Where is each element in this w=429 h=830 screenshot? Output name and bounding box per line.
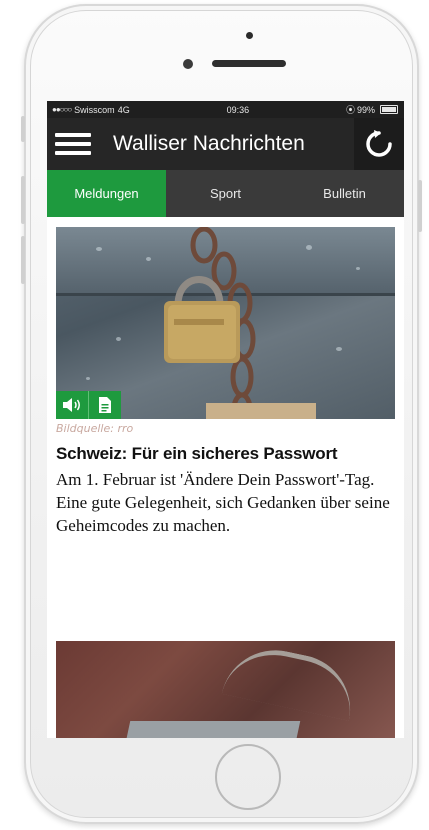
- mute-switch: [21, 116, 25, 142]
- next-article-image[interactable]: [56, 641, 395, 738]
- app-screen: ●●○○○ Swisscom 4G 09:36 ⦿ 99% Walliser N…: [47, 101, 404, 738]
- article-teaser: Am 1. Februar ist 'Ändere Dein Passwort'…: [56, 470, 390, 535]
- proximity-sensor: [246, 32, 253, 39]
- volume-up-button: [21, 176, 25, 224]
- tab-bulletin[interactable]: Bulletin: [285, 170, 404, 217]
- battery-percent: 99%: [356, 104, 375, 115]
- network-label: 4G: [117, 104, 130, 115]
- article-image[interactable]: [56, 227, 395, 419]
- front-camera: [183, 59, 193, 69]
- refresh-icon: [366, 130, 392, 157]
- refresh-button[interactable]: [354, 118, 404, 170]
- tab-sport[interactable]: Sport: [166, 170, 285, 217]
- carrier-label: Swisscom: [74, 104, 115, 115]
- audio-button[interactable]: [56, 391, 89, 419]
- status-bar: ●●○○○ Swisscom 4G 09:36 ⦿ 99%: [47, 101, 404, 118]
- tab-meldungen[interactable]: Meldungen: [47, 170, 166, 217]
- article-card[interactable]: Bildquelle: rro Schweiz: Für ein sichere…: [47, 217, 404, 537]
- power-button: [418, 180, 422, 232]
- battery-icon: [379, 105, 398, 114]
- clock: 09:36: [226, 104, 250, 115]
- media-actions: [56, 391, 121, 419]
- speaker-icon: [63, 398, 80, 412]
- volume-down-button: [21, 236, 25, 284]
- app-bar: Walliser Nachrichten: [47, 118, 404, 170]
- home-button[interactable]: [215, 744, 281, 810]
- signal-icon: ●●○○○: [52, 105, 72, 114]
- article-headline[interactable]: Schweiz: Für ein sicheres Passwort: [56, 444, 395, 464]
- document-icon: [99, 397, 111, 413]
- alarm-icon: ⦿: [345, 105, 355, 115]
- text-button[interactable]: [89, 391, 121, 419]
- tab-bar: Meldungen Sport Bulletin: [47, 170, 404, 217]
- earpiece-speaker: [212, 60, 286, 67]
- menu-icon[interactable]: [55, 133, 91, 155]
- image-credit: Bildquelle: rro: [56, 422, 134, 435]
